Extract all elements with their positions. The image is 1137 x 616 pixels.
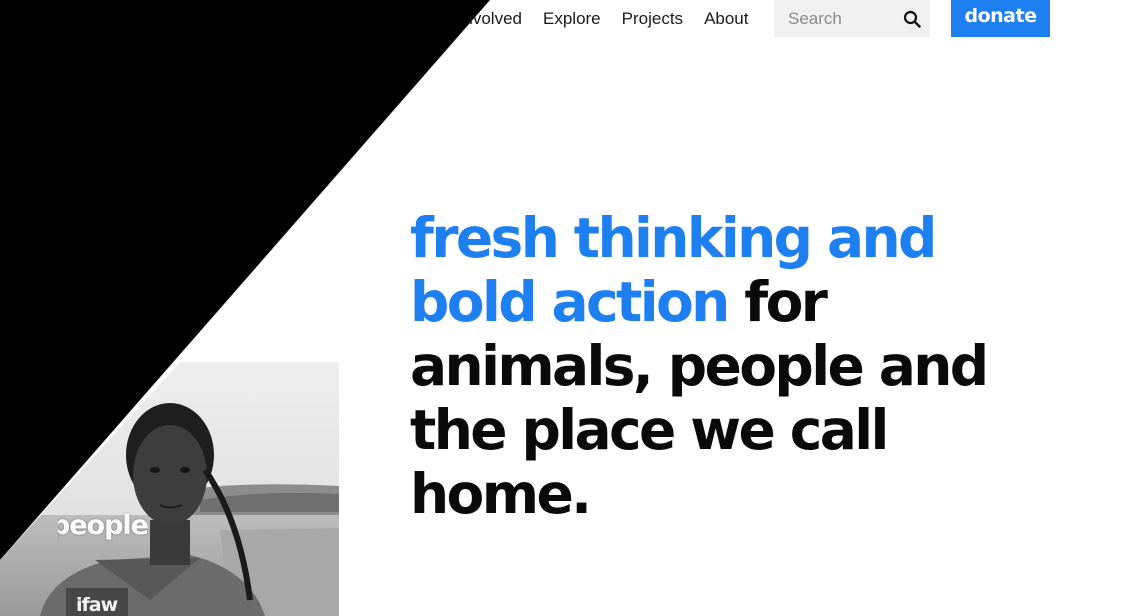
nav-about[interactable]: About: [704, 9, 748, 29]
photo-caption: people: [58, 510, 148, 541]
nav-projects[interactable]: Projects: [622, 9, 683, 29]
search-input[interactable]: [788, 8, 898, 29]
page: people ifaw Get Involved Explore Project…: [0, 0, 1137, 616]
donate-button[interactable]: donate: [951, 0, 1050, 37]
headline-line2-rest: for: [727, 270, 828, 334]
hero-headline: fresh thinking and bold action for anima…: [410, 206, 1050, 526]
headline-line5: home.: [410, 462, 592, 526]
search-icon[interactable]: [902, 9, 922, 29]
uniform-badge-text: ifaw: [76, 594, 118, 616]
headline-line3: animals, people and: [410, 334, 989, 398]
search-box: [774, 0, 930, 37]
main-navigation: Get Involved Explore Projects About: [470, 0, 770, 38]
headline-highlight-line2: bold action: [410, 270, 730, 334]
nav-explore[interactable]: Explore: [543, 9, 601, 29]
headline-line4: the place we call: [410, 398, 889, 462]
nav-get-involved[interactable]: Get Involved: [470, 9, 522, 29]
headline-highlight-line1: fresh thinking and: [410, 206, 937, 270]
